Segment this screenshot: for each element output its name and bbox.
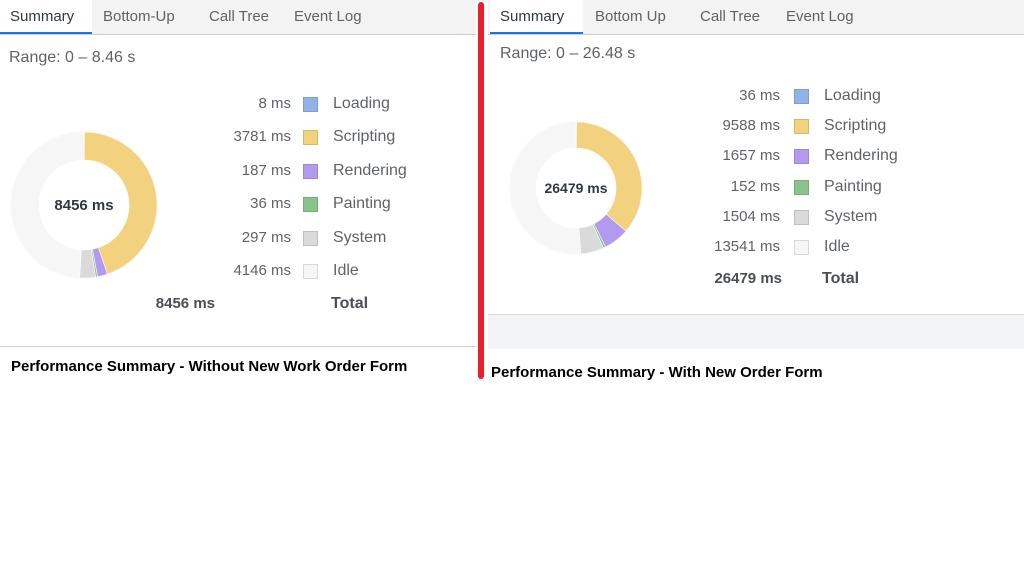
legend-swatch-system [303,230,318,246]
panel-footer [488,314,1024,349]
legend-total-row: 8456 ms Total [0,295,400,315]
total-label: Total [822,270,860,287]
range-label: Range: 0 – 8.46 s [9,49,136,66]
legend-label: System [333,228,387,246]
legend-label: Loading [333,95,390,112]
legend-label: Painting [333,195,391,213]
legend-value: 187 ms [241,161,291,179]
legend-row-painting: 36 ms Painting [0,195,420,215]
legend-value: 4146 ms [233,262,291,279]
range-label: Range: 0 – 26.48 s [500,45,636,62]
legend-row-painting: 152 ms Painting [488,178,908,198]
tab-event-log[interactable]: Event Log [776,0,864,34]
legend-row-scripting: 3781 ms Scripting [0,128,420,148]
divider-line [478,2,484,379]
tab-bottom-up[interactable]: Bottom-Up [93,0,185,34]
legend-label: Idle [333,262,359,279]
legend-label: Scripting [824,117,887,135]
tab-bar: Summary Bottom-Up Call Tree Event Log [0,0,476,35]
legend-value: 13541 ms [714,238,780,255]
legend-value: 3781 ms [233,128,291,146]
legend-row-idle: 4146 ms Idle [0,262,420,282]
tab-event-log[interactable]: Event Log [284,0,372,34]
tab-bar: Summary Bottom Up Call Tree Event Log [488,0,1024,35]
legend-swatch-painting [303,197,318,213]
legend-swatch-loading [303,97,318,112]
tab-summary[interactable]: Summary [490,0,583,34]
legend-value: 8 ms [258,95,291,112]
tab-call-tree[interactable]: Call Tree [690,0,770,34]
legend-swatch-idle [794,240,809,255]
legend-row-rendering: 1657 ms Rendering [488,147,908,167]
legend-label: Rendering [824,147,898,165]
legend-label: Loading [824,87,881,104]
legend-label: Idle [824,238,850,255]
legend-value: 36 ms [739,87,780,104]
legend-value: 1504 ms [722,207,780,225]
legend-label: Painting [824,177,882,195]
legend-swatch-scripting [794,119,809,135]
legend-value: 9588 ms [722,117,780,135]
performance-panel-left: Summary Bottom-Up Call Tree Event Log Ra… [0,0,476,347]
legend-row-system: 1504 ms System [488,208,908,228]
legend-value: 297 ms [241,228,291,246]
legend-row-system: 297 ms System [0,229,420,249]
legend-swatch-scripting [303,130,318,146]
caption-right: Performance Summary - With New Order For… [491,364,823,381]
caption-left: Performance Summary - Without New Work O… [11,358,408,375]
legend-row-rendering: 187 ms Rendering [0,162,420,182]
legend-swatch-system [794,209,809,225]
legend-swatch-painting [794,179,809,195]
total-value: 8456 ms [155,295,215,312]
legend-swatch-rendering [794,149,809,165]
legend-row-idle: 13541 ms Idle [488,238,908,258]
legend-row-loading: 8 ms Loading [0,95,420,115]
legend-swatch-rendering [303,163,318,179]
total-label: Total [331,295,369,312]
legend-label: Scripting [333,128,396,146]
legend-total-row: 26479 ms Total [488,270,888,290]
legend-swatch-loading [794,89,809,104]
tab-call-tree[interactable]: Call Tree [199,0,279,34]
performance-panel-right: Summary Bottom Up Call Tree Event Log Ra… [488,0,1024,349]
tab-bottom-up[interactable]: Bottom Up [585,0,676,34]
legend-value: 36 ms [250,195,291,213]
legend-row-scripting: 9588 ms Scripting [488,117,908,137]
tab-summary[interactable]: Summary [0,0,92,34]
legend-value: 152 ms [730,177,780,195]
legend-label: Rendering [333,161,407,179]
legend-value: 1657 ms [722,147,780,165]
legend-label: System [824,207,878,225]
total-value: 26479 ms [714,270,782,287]
legend-swatch-idle [303,264,318,279]
legend-row-loading: 36 ms Loading [488,87,908,107]
